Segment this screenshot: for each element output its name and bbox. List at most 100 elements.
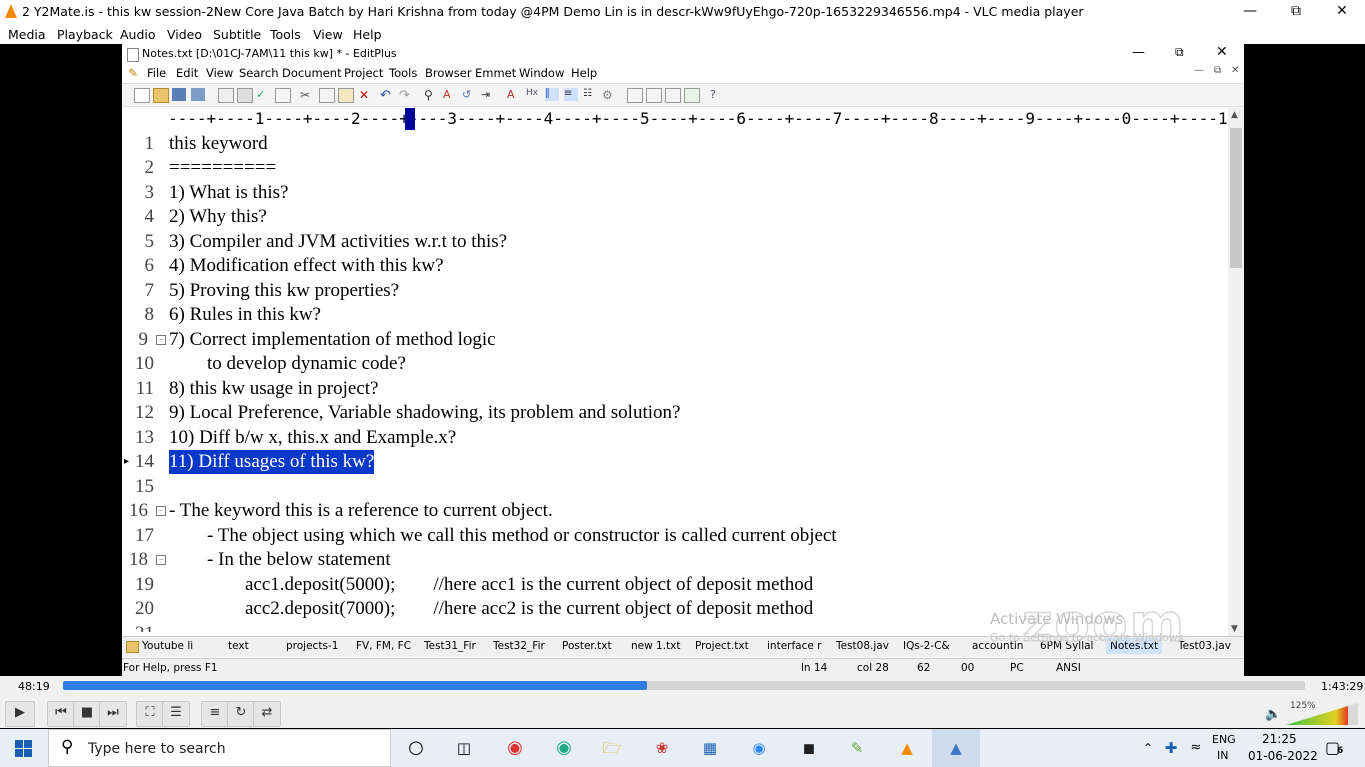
ep-menu-browser[interactable]: Browser xyxy=(425,66,472,80)
recorder-app-icon[interactable]: ◉ xyxy=(503,737,527,759)
shuffle-button[interactable]: ⇄ xyxy=(253,701,281,727)
ep-doc-restore-button[interactable]: ⧉ xyxy=(1214,65,1221,76)
tray-plus-icon[interactable]: ✚ xyxy=(1159,737,1183,759)
file-tab[interactable]: Youtube li xyxy=(142,640,193,652)
file-tab[interactable]: text xyxy=(228,640,249,652)
task-view-icon[interactable]: ◫ xyxy=(452,737,476,759)
menu-help[interactable]: Help xyxy=(353,27,382,42)
cortana-icon[interactable]: ○ xyxy=(404,737,428,759)
print-preview-icon[interactable] xyxy=(218,88,234,103)
windows-start-icon[interactable] xyxy=(15,740,33,758)
fold-toggle-icon[interactable]: − xyxy=(156,555,166,565)
copy-icon[interactable] xyxy=(319,88,335,103)
word-wrap-icon[interactable]: ∥ xyxy=(545,88,559,101)
font-icon[interactable]: A xyxy=(507,88,521,101)
ep-restore-button[interactable]: ⧉ xyxy=(1175,45,1184,60)
delete-icon[interactable]: ✕ xyxy=(359,88,373,102)
sticky-notes-icon[interactable]: ◼ xyxy=(797,737,821,759)
fold-toggle-icon[interactable]: − xyxy=(156,335,166,345)
file-tab[interactable]: Test08.jav xyxy=(836,640,889,652)
fold-toggle-icon[interactable]: − xyxy=(156,506,166,516)
ep-menu-window[interactable]: Window xyxy=(519,66,564,80)
store-icon[interactable]: ▦ xyxy=(698,737,722,759)
language-bottom[interactable]: IN xyxy=(1217,749,1228,762)
cut-icon[interactable]: ✂ xyxy=(300,88,314,102)
directory-icon[interactable] xyxy=(646,88,662,103)
ep-menu-view[interactable]: View xyxy=(206,66,233,80)
ep-menu-file[interactable]: File xyxy=(147,66,166,80)
file-explorer-icon[interactable]: 🗁 xyxy=(600,737,624,759)
vlc-taskbar-icon[interactable]: ▲ xyxy=(895,737,919,759)
redo-icon[interactable]: ↷ xyxy=(399,88,413,103)
ep-menu-document[interactable]: Document xyxy=(282,66,342,80)
open-folder-icon[interactable] xyxy=(153,88,169,103)
menu-tools[interactable]: Tools xyxy=(270,27,301,42)
menu-playback[interactable]: Playback xyxy=(57,27,113,42)
speaker-icon[interactable]: 🔈 xyxy=(1265,707,1281,722)
previous-button[interactable]: ⏮ xyxy=(47,701,75,727)
ep-menu-search[interactable]: Search xyxy=(239,66,279,80)
minimize-button[interactable]: — xyxy=(1227,0,1273,24)
menu-view[interactable]: View xyxy=(313,27,343,42)
output-window-icon[interactable] xyxy=(665,88,681,103)
playlist-button[interactable]: ≡ xyxy=(201,701,229,727)
menu-audio[interactable]: Audio xyxy=(120,27,156,42)
chrome-icon[interactable]: ◉ xyxy=(552,737,576,759)
ep-menu-help[interactable]: Help xyxy=(571,66,597,80)
menu-media[interactable]: Media xyxy=(8,27,46,42)
replace-icon[interactable]: A xyxy=(443,88,457,101)
editplus-taskbar-icon[interactable]: ✎ xyxy=(845,737,869,759)
wifi-icon[interactable]: ≈ xyxy=(1184,737,1208,759)
text-editor[interactable]: 1 this keyword 2 ========== 3 1) What is th… xyxy=(122,132,1228,632)
paste-icon[interactable] xyxy=(338,88,354,103)
file-tab[interactable]: projects-1 xyxy=(286,640,338,652)
close-button[interactable]: ✕ xyxy=(1319,0,1365,24)
find-in-files-icon[interactable]: ↺ xyxy=(462,88,476,101)
file-tab[interactable]: new 1.txt xyxy=(631,640,681,652)
undo-icon[interactable]: ↶ xyxy=(380,88,394,103)
spellcheck-icon[interactable]: ✓ xyxy=(256,88,270,101)
save-icon[interactable] xyxy=(172,88,186,101)
new-file-icon[interactable] xyxy=(134,88,150,103)
taskbar-search-box[interactable]: ⚲ Type here to search xyxy=(48,729,391,767)
ep-menu-project[interactable]: Project xyxy=(344,66,383,80)
fullscreen-button[interactable]: ⛶ xyxy=(136,701,164,727)
scroll-down-icon[interactable]: ▼ xyxy=(1231,624,1238,634)
menu-subtitle[interactable]: Subtitle xyxy=(213,27,261,42)
ep-menu-edit[interactable]: Edit xyxy=(176,66,198,80)
file-tab[interactable]: FV, FM, FC xyxy=(356,640,411,652)
menu-video[interactable]: Video xyxy=(167,27,202,42)
ruler-icon[interactable]: ☷ xyxy=(583,88,597,101)
file-tab[interactable]: Project.txt xyxy=(695,640,749,652)
ep-menu-tools[interactable]: Tools xyxy=(389,66,417,80)
clock-date[interactable]: 01-06-2022 xyxy=(1248,749,1318,763)
seek-bar[interactable] xyxy=(63,681,1305,690)
zoom-app-icon[interactable]: ◉ xyxy=(747,737,771,759)
file-tab[interactable]: Poster.txt xyxy=(562,640,612,652)
ep-menu-emmet[interactable]: Emmet xyxy=(475,66,516,80)
language-top[interactable]: ENG xyxy=(1212,733,1236,746)
tray-chevron-icon[interactable]: ⌃ xyxy=(1136,737,1160,759)
cliptext-icon[interactable] xyxy=(627,88,643,103)
file-tab[interactable]: IQs-2-C& xyxy=(903,640,950,652)
settings-gear-icon[interactable]: ⚙ xyxy=(602,88,616,102)
loop-button[interactable]: ↻ xyxy=(227,701,255,727)
find-icon[interactable]: ⚲ xyxy=(424,88,438,102)
help-icon[interactable]: ? xyxy=(710,88,724,101)
line-number-icon[interactable]: ≡ xyxy=(564,88,578,101)
photos-app-icon[interactable]: ▲ xyxy=(944,737,968,759)
goto-icon[interactable]: ⇥ xyxy=(481,88,495,101)
stop-button[interactable]: ■ xyxy=(73,701,101,727)
save-all-icon[interactable] xyxy=(191,88,205,101)
user-tool-icon[interactable] xyxy=(684,88,700,103)
print-icon[interactable] xyxy=(237,88,253,103)
ep-doc-minimize-button[interactable]: — xyxy=(1194,65,1204,76)
scrollbar-thumb[interactable] xyxy=(1230,128,1242,268)
ep-doc-close-button[interactable]: ✕ xyxy=(1231,65,1239,76)
restore-button[interactable]: ⧉ xyxy=(1273,0,1319,24)
file-tab[interactable]: Test31_Fir xyxy=(424,640,476,652)
scroll-up-icon[interactable]: ▲ xyxy=(1231,110,1238,120)
file-tab[interactable]: Test32_Fir xyxy=(493,640,545,652)
refresh-icon[interactable] xyxy=(275,88,291,103)
hex-icon[interactable]: Hx xyxy=(526,88,540,101)
